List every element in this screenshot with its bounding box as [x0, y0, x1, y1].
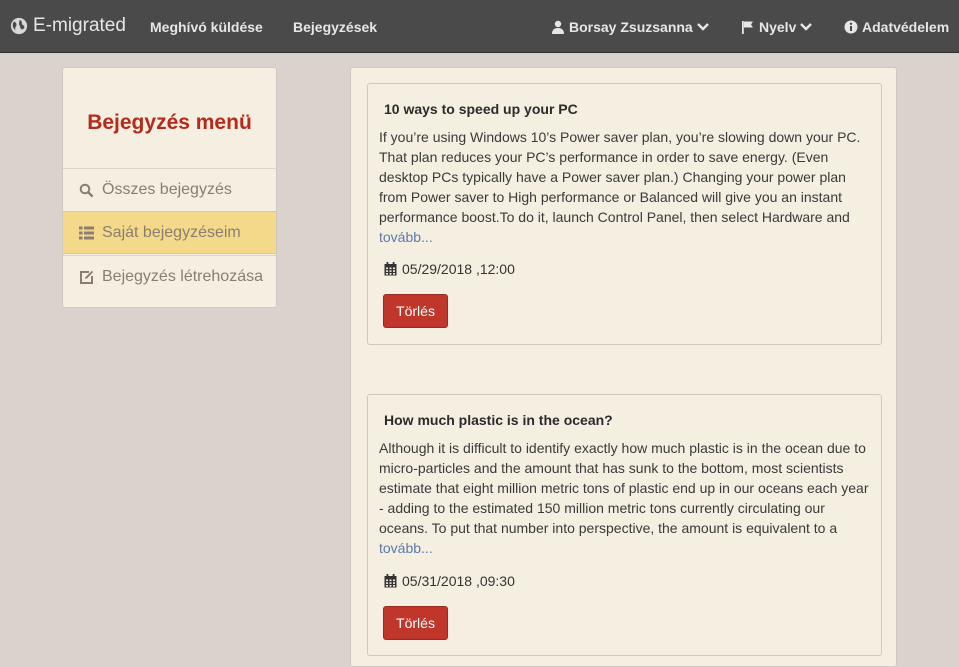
calendar-icon	[384, 262, 397, 276]
post-body: If you’re using Windows 10’s Power saver…	[379, 129, 861, 225]
user-icon	[552, 20, 564, 34]
post-date-text: 05/31/2018 ,09:30	[402, 573, 515, 589]
nav-invite-link[interactable]: Meghívó küldése	[150, 19, 263, 35]
brand-link[interactable]: E-migrated	[10, 15, 126, 37]
posts-container: 10 ways to speed up your PC If you’re us…	[350, 67, 897, 667]
edit-icon	[80, 270, 94, 284]
post-card: How much plastic is in the ocean? Althou…	[367, 394, 882, 656]
post-date-text: 05/29/2018 ,12:00	[402, 261, 515, 277]
post-title: How much plastic is in the ocean?	[384, 412, 613, 428]
post-date: 05/29/2018 ,12:00	[384, 261, 515, 277]
post-menu-panel: Bejegyzés menü Összes bejegyzés Saját be…	[62, 67, 277, 308]
post-body: Although it is difficult to identify exa…	[379, 440, 869, 536]
chevron-down-icon	[696, 23, 709, 31]
globe-icon	[10, 17, 28, 35]
sidebar-item-my-posts[interactable]: Saját bejegyzéseim	[63, 211, 276, 254]
calendar-icon	[384, 574, 397, 588]
sidebar-item-create-post[interactable]: Bejegyzés létrehozása	[63, 255, 276, 298]
nav-language-dropdown[interactable]: Nyelv	[741, 19, 813, 35]
read-more-link[interactable]: tovább...	[379, 229, 433, 245]
top-navbar: E-migrated Meghívó küldése Bejegyzések B…	[0, 0, 959, 53]
info-icon	[844, 20, 858, 34]
post-date: 05/31/2018 ,09:30	[384, 573, 515, 589]
sidebar-item-label: Összes bejegyzés	[102, 181, 232, 198]
nav-posts-label: Bejegyzések	[293, 19, 378, 35]
read-more-link[interactable]: tovább...	[379, 540, 433, 556]
nav-invite-label: Meghívó küldése	[150, 19, 263, 35]
nav-privacy-label: Adatvédelem	[862, 19, 950, 35]
nav-user-label: Borsay Zsuzsanna	[569, 19, 693, 35]
sidebar-item-label: Bejegyzés létrehozása	[102, 268, 263, 285]
post-excerpt: Although it is difficult to identify exa…	[379, 438, 871, 558]
flag-icon	[742, 21, 753, 34]
post-title: 10 ways to speed up your PC	[384, 101, 578, 117]
brand-name: E-migrated	[33, 15, 126, 36]
chevron-down-icon	[800, 23, 813, 31]
post-menu-title: Bejegyzés menü	[87, 111, 252, 134]
delete-button[interactable]: Törlés	[383, 294, 448, 328]
post-excerpt: If you’re using Windows 10’s Power saver…	[379, 127, 871, 247]
post-card: 10 ways to speed up your PC If you’re us…	[367, 83, 882, 345]
nav-language-label: Nyelv	[759, 19, 797, 35]
list-icon	[79, 226, 94, 239]
search-icon	[79, 183, 94, 197]
sidebar-item-all-posts[interactable]: Összes bejegyzés	[63, 168, 276, 211]
nav-user-dropdown[interactable]: Borsay Zsuzsanna	[551, 19, 709, 35]
nav-posts-link[interactable]: Bejegyzések	[293, 19, 377, 35]
delete-button[interactable]: Törlés	[383, 606, 448, 640]
sidebar-item-label: Saját bejegyzéseim	[102, 223, 241, 241]
nav-privacy-link[interactable]: Adatvédelem	[844, 19, 949, 35]
